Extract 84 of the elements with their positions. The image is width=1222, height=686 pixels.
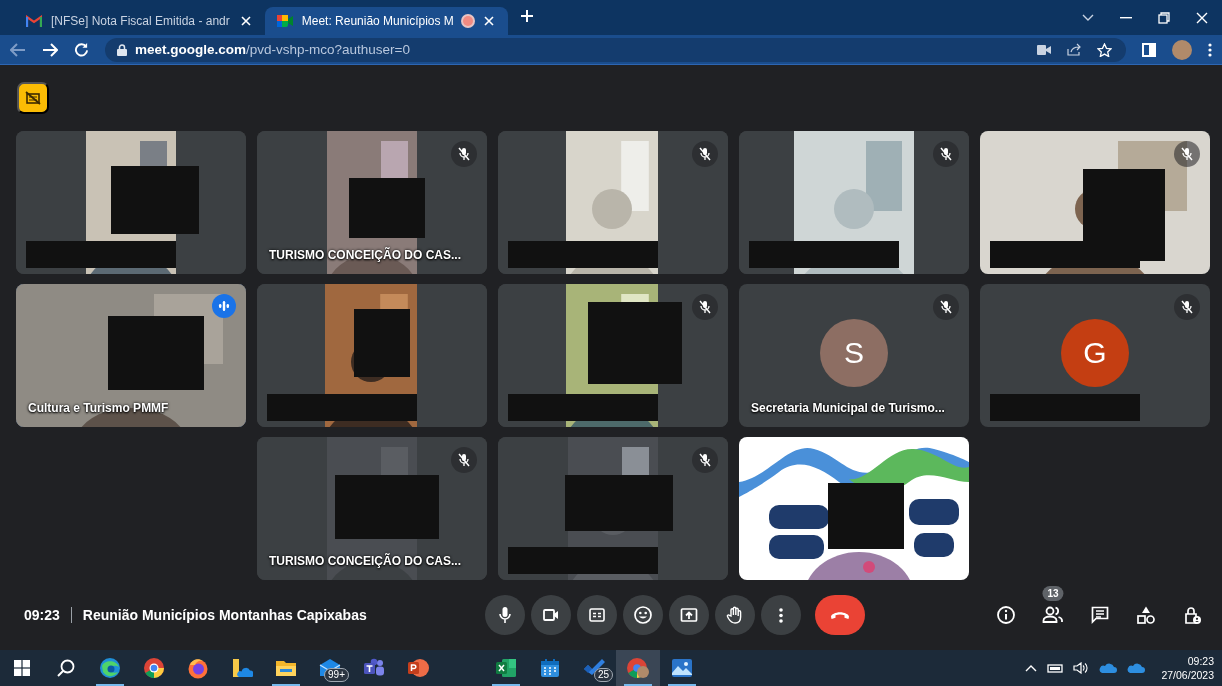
screen-upload-icon bbox=[679, 605, 700, 625]
avatar: S bbox=[820, 318, 888, 387]
side-panel-icon[interactable] bbox=[1142, 42, 1156, 57]
clock-time: 09:23 bbox=[1187, 654, 1214, 668]
speaker-icon[interactable] bbox=[1073, 662, 1090, 674]
info-icon[interactable] bbox=[996, 605, 1016, 625]
participant-count: 13 bbox=[1042, 586, 1064, 601]
participant-name: Secretaria Municipal de Turismo... bbox=[751, 401, 945, 415]
folder-icon bbox=[275, 658, 297, 678]
lock-icon bbox=[117, 43, 127, 56]
slides-icon bbox=[407, 658, 429, 678]
muted-mic-icon bbox=[699, 453, 711, 467]
shapes-icon[interactable] bbox=[1136, 605, 1156, 625]
participant-name: Cultura e Turismo PMMF bbox=[28, 401, 169, 415]
reload-icon[interactable] bbox=[74, 42, 89, 57]
presentation-badge-button[interactable] bbox=[17, 82, 49, 114]
spreadsheet-icon bbox=[495, 658, 517, 678]
raise-hand-button[interactable] bbox=[715, 595, 756, 635]
leave-call-button[interactable] bbox=[815, 595, 866, 635]
video-camera-icon[interactable] bbox=[1037, 44, 1051, 55]
slashed-screen-icon bbox=[25, 91, 41, 105]
count-badge: 25 bbox=[593, 668, 613, 682]
meeting-title: Reunião Municípios Montanhas Capixabas bbox=[70, 607, 367, 623]
chevron-down-icon[interactable] bbox=[1082, 13, 1094, 22]
meeting-time: 09:23 bbox=[24, 607, 60, 623]
camera-button[interactable] bbox=[531, 595, 572, 635]
fox-icon bbox=[187, 657, 209, 679]
smiley-icon bbox=[633, 605, 654, 625]
forward-icon[interactable] bbox=[42, 42, 58, 57]
chat-icon[interactable] bbox=[1090, 605, 1110, 625]
close-icon[interactable] bbox=[238, 14, 253, 28]
participant-name: TURISMO CONCEIÇÃO DO CAS... bbox=[269, 554, 461, 568]
muted-mic-icon bbox=[940, 300, 952, 314]
cloud-icon[interactable] bbox=[1099, 662, 1118, 674]
muted-mic-icon bbox=[699, 147, 711, 161]
captions-icon bbox=[587, 605, 608, 625]
taskbar-button[interactable]: 25 bbox=[572, 650, 616, 686]
avatar: G bbox=[1061, 318, 1129, 387]
swirl-icon bbox=[99, 657, 121, 679]
folder-cloud-icon bbox=[231, 657, 253, 679]
envelope-m-icon bbox=[26, 15, 42, 27]
camera-logo-icon bbox=[276, 14, 293, 28]
photo-icon bbox=[671, 658, 693, 678]
close-icon[interactable] bbox=[1196, 11, 1208, 24]
muted-mic-icon bbox=[699, 300, 711, 314]
lock-person-icon[interactable] bbox=[1182, 605, 1202, 625]
close-icon[interactable] bbox=[481, 14, 496, 28]
new-tab-icon[interactable] bbox=[519, 8, 534, 23]
muted-mic-icon bbox=[940, 147, 952, 161]
muted-mic-icon bbox=[458, 147, 470, 161]
kebab-menu-icon[interactable] bbox=[1208, 42, 1212, 57]
browser-tab[interactable]: [NFSe] Nota Fiscal Emitida - andr bbox=[14, 7, 265, 35]
tricolor-circle-icon bbox=[143, 657, 165, 679]
network-icon[interactable] bbox=[1047, 662, 1064, 674]
count-badge: 99+ bbox=[324, 668, 349, 682]
four-squares-icon bbox=[14, 660, 30, 676]
kebab-menu-icon bbox=[779, 607, 784, 623]
present-button[interactable] bbox=[669, 595, 710, 635]
minimize-icon[interactable] bbox=[1120, 16, 1132, 19]
team-tile-icon bbox=[363, 658, 385, 678]
browser-tab[interactable]: Meet: Reunião Municípios M bbox=[264, 7, 508, 35]
clock-date: 27/06/2023 bbox=[1161, 668, 1214, 682]
calendar-icon bbox=[540, 658, 560, 678]
microphone-button[interactable] bbox=[485, 595, 526, 635]
search-icon bbox=[56, 658, 76, 678]
more-options-button[interactable] bbox=[761, 595, 802, 635]
tricolor-circle-avatar-icon bbox=[626, 657, 650, 679]
taskbar-button[interactable]: 99+ bbox=[308, 650, 352, 686]
chevron-up-icon[interactable] bbox=[1025, 664, 1038, 672]
hang-up-icon bbox=[831, 611, 850, 619]
reactions-button[interactable] bbox=[623, 595, 664, 635]
star-icon[interactable] bbox=[1097, 42, 1112, 57]
restore-icon[interactable] bbox=[1158, 11, 1170, 24]
muted-mic-icon bbox=[1181, 147, 1193, 161]
share-icon[interactable] bbox=[1067, 43, 1081, 56]
audio-bars-icon bbox=[218, 301, 230, 311]
cloud-icon[interactable] bbox=[1127, 662, 1146, 674]
back-icon[interactable] bbox=[10, 42, 26, 57]
captions-button[interactable] bbox=[577, 595, 618, 635]
muted-mic-icon bbox=[458, 453, 470, 467]
muted-mic-icon bbox=[1181, 300, 1193, 314]
people-icon[interactable] bbox=[1042, 605, 1064, 625]
address-field[interactable]: meet.google.com/pvd-vshp-mco?authuser=0 bbox=[105, 37, 1126, 62]
profile-avatar[interactable] bbox=[1172, 39, 1192, 60]
